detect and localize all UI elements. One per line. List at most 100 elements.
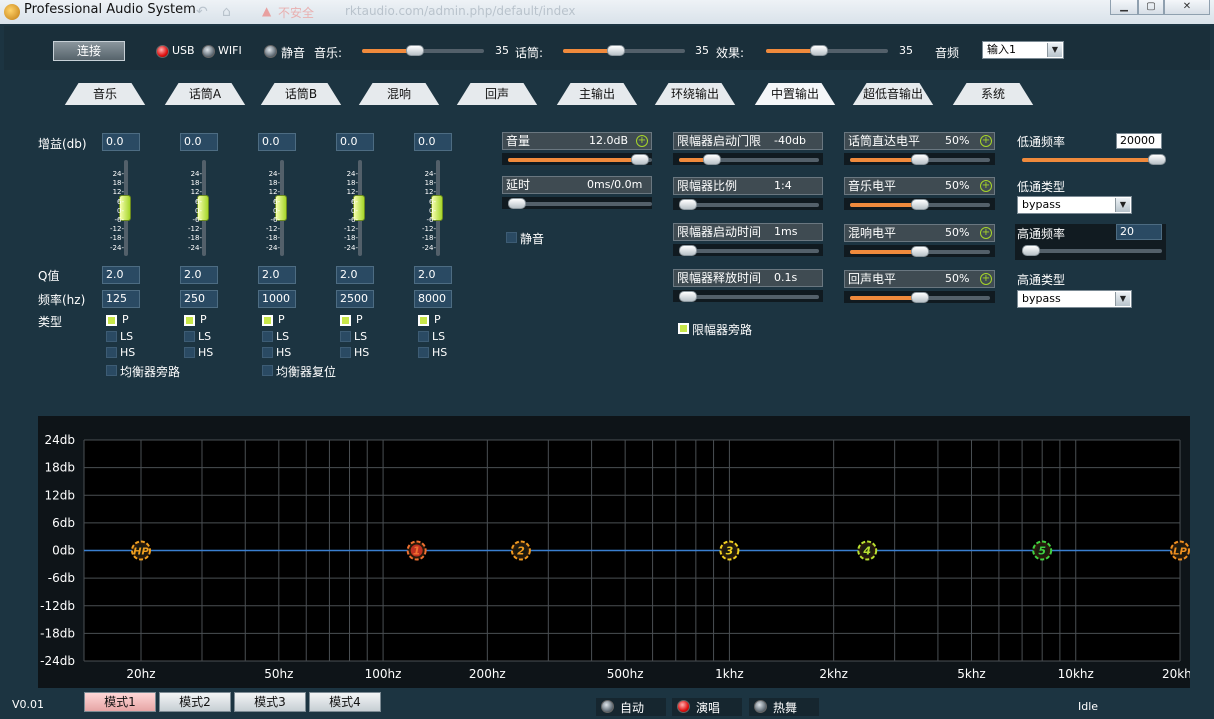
lowpass-freq-knob[interactable] [1148,154,1166,165]
band4-gain-slider[interactable] [353,160,365,256]
connect-button[interactable]: 连接 [53,41,125,61]
highpass-type-select[interactable]: bypass ▼ [1017,290,1132,308]
band4-type-hs-checkbox[interactable] [340,347,351,358]
band1-gain-slider[interactable] [119,160,131,256]
band4-freq-input[interactable]: 2500 [336,290,374,308]
music-level-slider[interactable] [850,199,990,210]
delay-slider[interactable] [508,198,652,209]
band2-type-hs-checkbox[interactable] [184,347,195,358]
band1-q-input[interactable]: 2.0 [102,266,140,284]
band5-gain-input[interactable]: 0.0 [414,133,452,151]
band5-q-input[interactable]: 2.0 [414,266,452,284]
limiter-threshold-slider[interactable] [679,154,819,165]
band4-gain-input[interactable]: 0.0 [336,133,374,151]
limiter-release-slider[interactable] [679,291,819,302]
volume-knob[interactable] [631,154,650,165]
mic-volume-slider[interactable] [563,45,685,56]
limiter-attack-knob[interactable] [679,245,697,256]
center-mute-checkbox[interactable] [506,232,517,243]
mic-direct-slider[interactable] [850,154,990,165]
band3-q-input[interactable]: 2.0 [258,266,296,284]
band3-gain-slider[interactable] [275,160,287,256]
auto-mode-toggle[interactable]: 自动 [596,698,666,716]
band1-type-ls-checkbox[interactable] [106,331,117,342]
tab-music[interactable]: 音乐 [64,83,146,105]
reverb-level-slider[interactable] [850,246,990,257]
band1-gain-input[interactable]: 0.0 [102,133,140,151]
band3-type-ls-checkbox[interactable] [262,331,273,342]
chevron-down-icon[interactable]: ▼ [1115,198,1130,212]
band2-q-input[interactable]: 2.0 [180,266,218,284]
band2-gain-slider[interactable] [197,160,209,256]
eq-reset-checkbox[interactable] [262,365,273,376]
maximize-button[interactable]: ▢ [1138,0,1164,15]
band5-type-p-checkbox[interactable] [418,315,429,326]
mode-2-button[interactable]: 模式2 [159,692,231,712]
tab-mic-a[interactable]: 话筒A [164,83,246,105]
music-volume-slider[interactable] [362,45,484,56]
lowpass-type-select[interactable]: bypass ▼ [1017,196,1132,214]
mic-direct-plus-icon[interactable]: + [980,135,992,147]
chevron-down-icon[interactable]: ▼ [1047,43,1062,57]
band3-gain-input[interactable]: 0.0 [258,133,296,151]
lowpass-freq-slider[interactable] [1022,154,1166,165]
band2-type-p-checkbox[interactable] [184,315,195,326]
limiter-attack-slider[interactable] [679,245,819,256]
eq-response-chart[interactable]: 24db 18db 12db 6db 0db -6db -12db -18db -24db 20h… [38,416,1198,688]
band5-type-ls-checkbox[interactable] [418,331,429,342]
volume-plus-icon[interactable]: + [636,135,648,147]
limiter-release-knob[interactable] [679,291,697,302]
music-level-plus-icon[interactable]: + [980,180,992,192]
volume-slider[interactable] [508,154,652,165]
sing-mode-toggle[interactable]: 演唱 [672,698,742,716]
mic-volume-knob[interactable] [607,45,625,56]
echo-level-plus-icon[interactable]: + [980,273,992,285]
tab-echo[interactable]: 回声 [456,83,538,105]
echo-level-knob[interactable] [911,292,929,303]
lowpass-freq-input[interactable]: 20000 [1116,133,1162,149]
effect-volume-slider[interactable] [766,45,888,56]
band2-freq-input[interactable]: 250 [180,290,218,308]
band2-type-ls-checkbox[interactable] [184,331,195,342]
limiter-threshold-knob[interactable] [703,154,722,165]
mode-3-button[interactable]: 模式3 [234,692,306,712]
mute-indicator-icon[interactable] [264,45,277,58]
highpass-freq-slider[interactable] [1022,245,1162,256]
band1-freq-input[interactable]: 125 [102,290,140,308]
tab-surround-out[interactable]: 环绕输出 [654,83,736,105]
highpass-freq-input[interactable]: 20 [1116,224,1162,240]
eq-bypass-checkbox[interactable] [106,365,117,376]
eq-response-svg[interactable]: 24db 18db 12db 6db 0db -6db -12db -18db -24db 20h… [38,416,1198,688]
band4-type-ls-checkbox[interactable] [340,331,351,342]
band2-gain-input[interactable]: 0.0 [180,133,218,151]
band1-type-p-checkbox[interactable] [106,315,117,326]
echo-level-slider[interactable] [850,292,990,303]
limiter-ratio-knob[interactable] [679,199,697,210]
mode-1-button[interactable]: 模式1 [84,692,156,712]
tab-system[interactable]: 系统 [952,83,1034,105]
band5-freq-input[interactable]: 8000 [414,290,452,308]
band5-type-hs-checkbox[interactable] [418,347,429,358]
band4-q-input[interactable]: 2.0 [336,266,374,284]
effect-volume-knob[interactable] [810,45,828,56]
reverb-level-plus-icon[interactable]: + [980,227,992,239]
close-button[interactable]: ✕ [1164,0,1210,15]
band1-type-hs-checkbox[interactable] [106,347,117,358]
mic-direct-knob[interactable] [911,154,929,165]
audio-source-select[interactable]: 输入1 ▼ [982,41,1064,59]
tab-reverb[interactable]: 混响 [358,83,440,105]
limiter-bypass-checkbox[interactable] [678,323,689,334]
band4-type-p-checkbox[interactable] [340,315,351,326]
highpass-freq-knob[interactable] [1022,245,1040,256]
band3-type-p-checkbox[interactable] [262,315,273,326]
minimize-button[interactable]: ▁ [1110,0,1138,15]
wifi-indicator-icon[interactable] [202,45,215,58]
band3-freq-input[interactable]: 1000 [258,290,296,308]
tab-mic-b[interactable]: 话筒B [260,83,342,105]
reverb-level-knob[interactable] [911,246,929,257]
tab-center-out[interactable]: 中置输出 [754,83,836,105]
delay-knob[interactable] [508,198,526,209]
usb-indicator-icon[interactable] [156,45,169,58]
dance-mode-toggle[interactable]: 热舞 [749,698,819,716]
tab-main-out[interactable]: 主输出 [556,83,638,105]
